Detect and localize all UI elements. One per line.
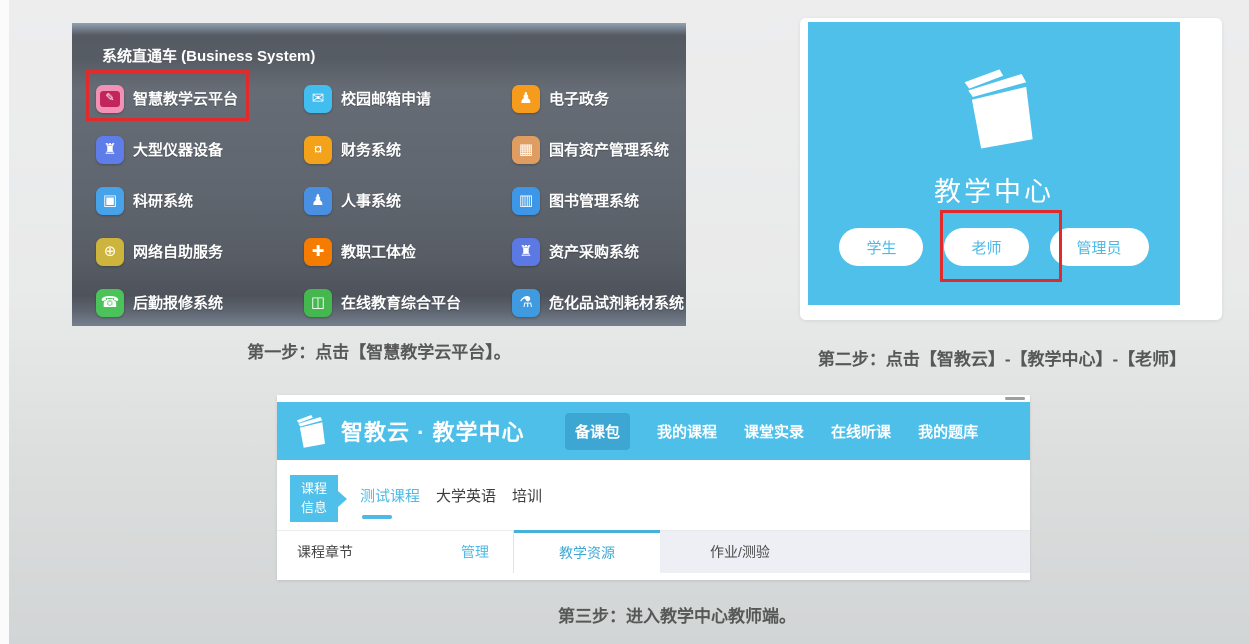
monitor-pen-icon: ✎ bbox=[96, 85, 124, 113]
app-label: 危化品试剂耗材系统 bbox=[549, 292, 684, 313]
system-grid: ✎ 智慧教学云平台 ✉ 校园邮箱申请 ♟ 电子政务 ♜ 大型仪器设备 ¤ 财务系统 ▦ 国有资产管理系… bbox=[96, 73, 678, 326]
business-system-panel: 系统直通车 (Business System) ✎ 智慧教学云平台 ✉ 校园邮箱申请 ♟… bbox=[72, 23, 686, 326]
health-badge-icon: ✚ bbox=[304, 238, 332, 266]
flask-icon: ⚗ bbox=[512, 289, 540, 317]
step3-caption: 第三步：进入教学中心教师端。 bbox=[277, 602, 1077, 627]
app-label: 后勤报修系统 bbox=[133, 292, 223, 313]
app-item[interactable]: ✎ 智慧教学云平台 bbox=[96, 85, 304, 113]
nav-item[interactable]: 在线听课 bbox=[831, 421, 891, 442]
app-label: 科研系统 bbox=[133, 190, 193, 211]
student-button[interactable]: 学生 bbox=[839, 228, 923, 266]
instrument-icon: ♜ bbox=[96, 136, 124, 164]
app-item[interactable]: ♜ 大型仪器设备 bbox=[96, 136, 304, 164]
step1-caption: 第一步：点击【智慧教学云平台】。 bbox=[72, 338, 686, 363]
nav-item[interactable]: 备课包 bbox=[565, 413, 630, 450]
calendar-icon: ▦ bbox=[512, 136, 540, 164]
course-tabs: 测试课程大学英语培训 bbox=[360, 460, 542, 530]
course-info-bar: 课程 信息 测试课程大学英语培训 bbox=[277, 460, 1030, 530]
app-item[interactable]: ♟ 人事系统 bbox=[304, 187, 512, 215]
app-item[interactable]: ♟ 电子政务 bbox=[512, 85, 684, 113]
portal-header: 智教云 · 教学中心 备课包 我的课程 课堂实录 在线听课 我的题库 bbox=[277, 402, 1030, 460]
app-item[interactable]: ▥ 图书管理系统 bbox=[512, 187, 684, 215]
course-info-badge: 课程 信息 bbox=[290, 475, 338, 522]
app-item[interactable]: ✚ 教职工体检 bbox=[304, 238, 512, 266]
app-item[interactable]: ◫ 在线教育综合平台 bbox=[304, 289, 512, 317]
app-label: 在线教育综合平台 bbox=[341, 292, 461, 313]
portal-brand: 智教云 · 教学中心 bbox=[341, 415, 525, 447]
course-tab[interactable]: 大学英语 bbox=[436, 485, 496, 506]
book-logo-icon bbox=[948, 62, 1040, 154]
app-label: 教职工体检 bbox=[341, 241, 416, 262]
app-label: 网络自助服务 bbox=[133, 241, 223, 262]
app-label: 校园邮箱申请 bbox=[341, 88, 431, 109]
page-left-margin bbox=[0, 0, 9, 644]
monitor-pen-icon: ✎ bbox=[100, 91, 120, 107]
app-label: 图书管理系统 bbox=[549, 190, 639, 211]
app-item[interactable]: ☎ 后勤报修系统 bbox=[96, 289, 304, 317]
teaching-center-card: 教学中心 学生老师管理员 bbox=[800, 18, 1222, 320]
coin-hand-icon: ¤ bbox=[304, 136, 332, 164]
panel-title: 系统直通车 (Business System) bbox=[102, 45, 315, 66]
nav-item[interactable]: 我的课程 bbox=[657, 421, 717, 442]
content-tab[interactable]: 作业/测验 bbox=[660, 530, 1030, 573]
app-label: 国有资产管理系统 bbox=[549, 139, 669, 160]
course-tab[interactable]: 培训 bbox=[512, 485, 542, 506]
app-item[interactable]: ▣ 科研系统 bbox=[96, 187, 304, 215]
monitor-icon: ▣ bbox=[96, 187, 124, 215]
badge-line: 信息 bbox=[301, 499, 327, 518]
person-icon: ♟ bbox=[512, 85, 540, 113]
app-label: 财务系统 bbox=[341, 139, 401, 160]
main-nav: 备课包 我的课程 课堂实录 在线听课 我的题库 bbox=[565, 402, 978, 460]
open-book-icon: ◫ bbox=[304, 289, 332, 317]
scrollbar-fragment[interactable] bbox=[1005, 397, 1025, 400]
app-label: 电子政务 bbox=[549, 88, 609, 109]
chapter-title: 课程章节 bbox=[297, 542, 353, 562]
course-tab[interactable]: 测试课程 bbox=[360, 485, 420, 506]
card-title: 教学中心 bbox=[808, 170, 1180, 209]
teacher-button[interactable]: 老师 bbox=[944, 228, 1028, 266]
book-logo-icon bbox=[289, 412, 329, 450]
manage-link[interactable]: 管理 bbox=[461, 542, 489, 562]
books-icon: ▥ bbox=[512, 187, 540, 215]
app-label: 人事系统 bbox=[341, 190, 401, 211]
mail-icon: ✉ bbox=[304, 85, 332, 113]
app-item[interactable]: ▦ 国有资产管理系统 bbox=[512, 136, 684, 164]
badge-line: 课程 bbox=[301, 480, 327, 499]
nav-item[interactable]: 我的题库 bbox=[918, 421, 978, 442]
chapter-cell: 课程章节 管理 bbox=[277, 530, 514, 573]
globe-icon: ⊕ bbox=[96, 238, 124, 266]
app-label: 大型仪器设备 bbox=[133, 139, 223, 160]
role-buttons: 学生老师管理员 bbox=[808, 228, 1180, 266]
tower-icon: ♜ bbox=[512, 238, 540, 266]
app-item[interactable]: ♜ 资产采购系统 bbox=[512, 238, 684, 266]
admin-button[interactable]: 管理员 bbox=[1050, 228, 1149, 266]
content-tab[interactable]: 教学资源 bbox=[514, 530, 660, 573]
content-tab-row: 课程章节 管理 教学资源作业/测验 bbox=[277, 530, 1030, 573]
person-icon: ♟ bbox=[304, 187, 332, 215]
nav-item[interactable]: 课堂实录 bbox=[744, 421, 804, 442]
phone-icon: ☎ bbox=[96, 289, 124, 317]
teaching-center-tile[interactable]: 教学中心 学生老师管理员 bbox=[808, 22, 1180, 305]
app-label: 智慧教学云平台 bbox=[133, 88, 238, 109]
app-item[interactable]: ✉ 校园邮箱申请 bbox=[304, 85, 512, 113]
app-label: 资产采购系统 bbox=[549, 241, 639, 262]
app-item[interactable]: ⊕ 网络自助服务 bbox=[96, 238, 304, 266]
app-item[interactable]: ⚗ 危化品试剂耗材系统 bbox=[512, 289, 684, 317]
step2-caption: 第二步：点击【智教云】-【教学中心】-【老师】 bbox=[782, 345, 1222, 370]
app-item[interactable]: ¤ 财务系统 bbox=[304, 136, 512, 164]
teacher-portal-panel: 智教云 · 教学中心 备课包 我的课程 课堂实录 在线听课 我的题库 课程 信息 测试课… bbox=[277, 395, 1030, 580]
